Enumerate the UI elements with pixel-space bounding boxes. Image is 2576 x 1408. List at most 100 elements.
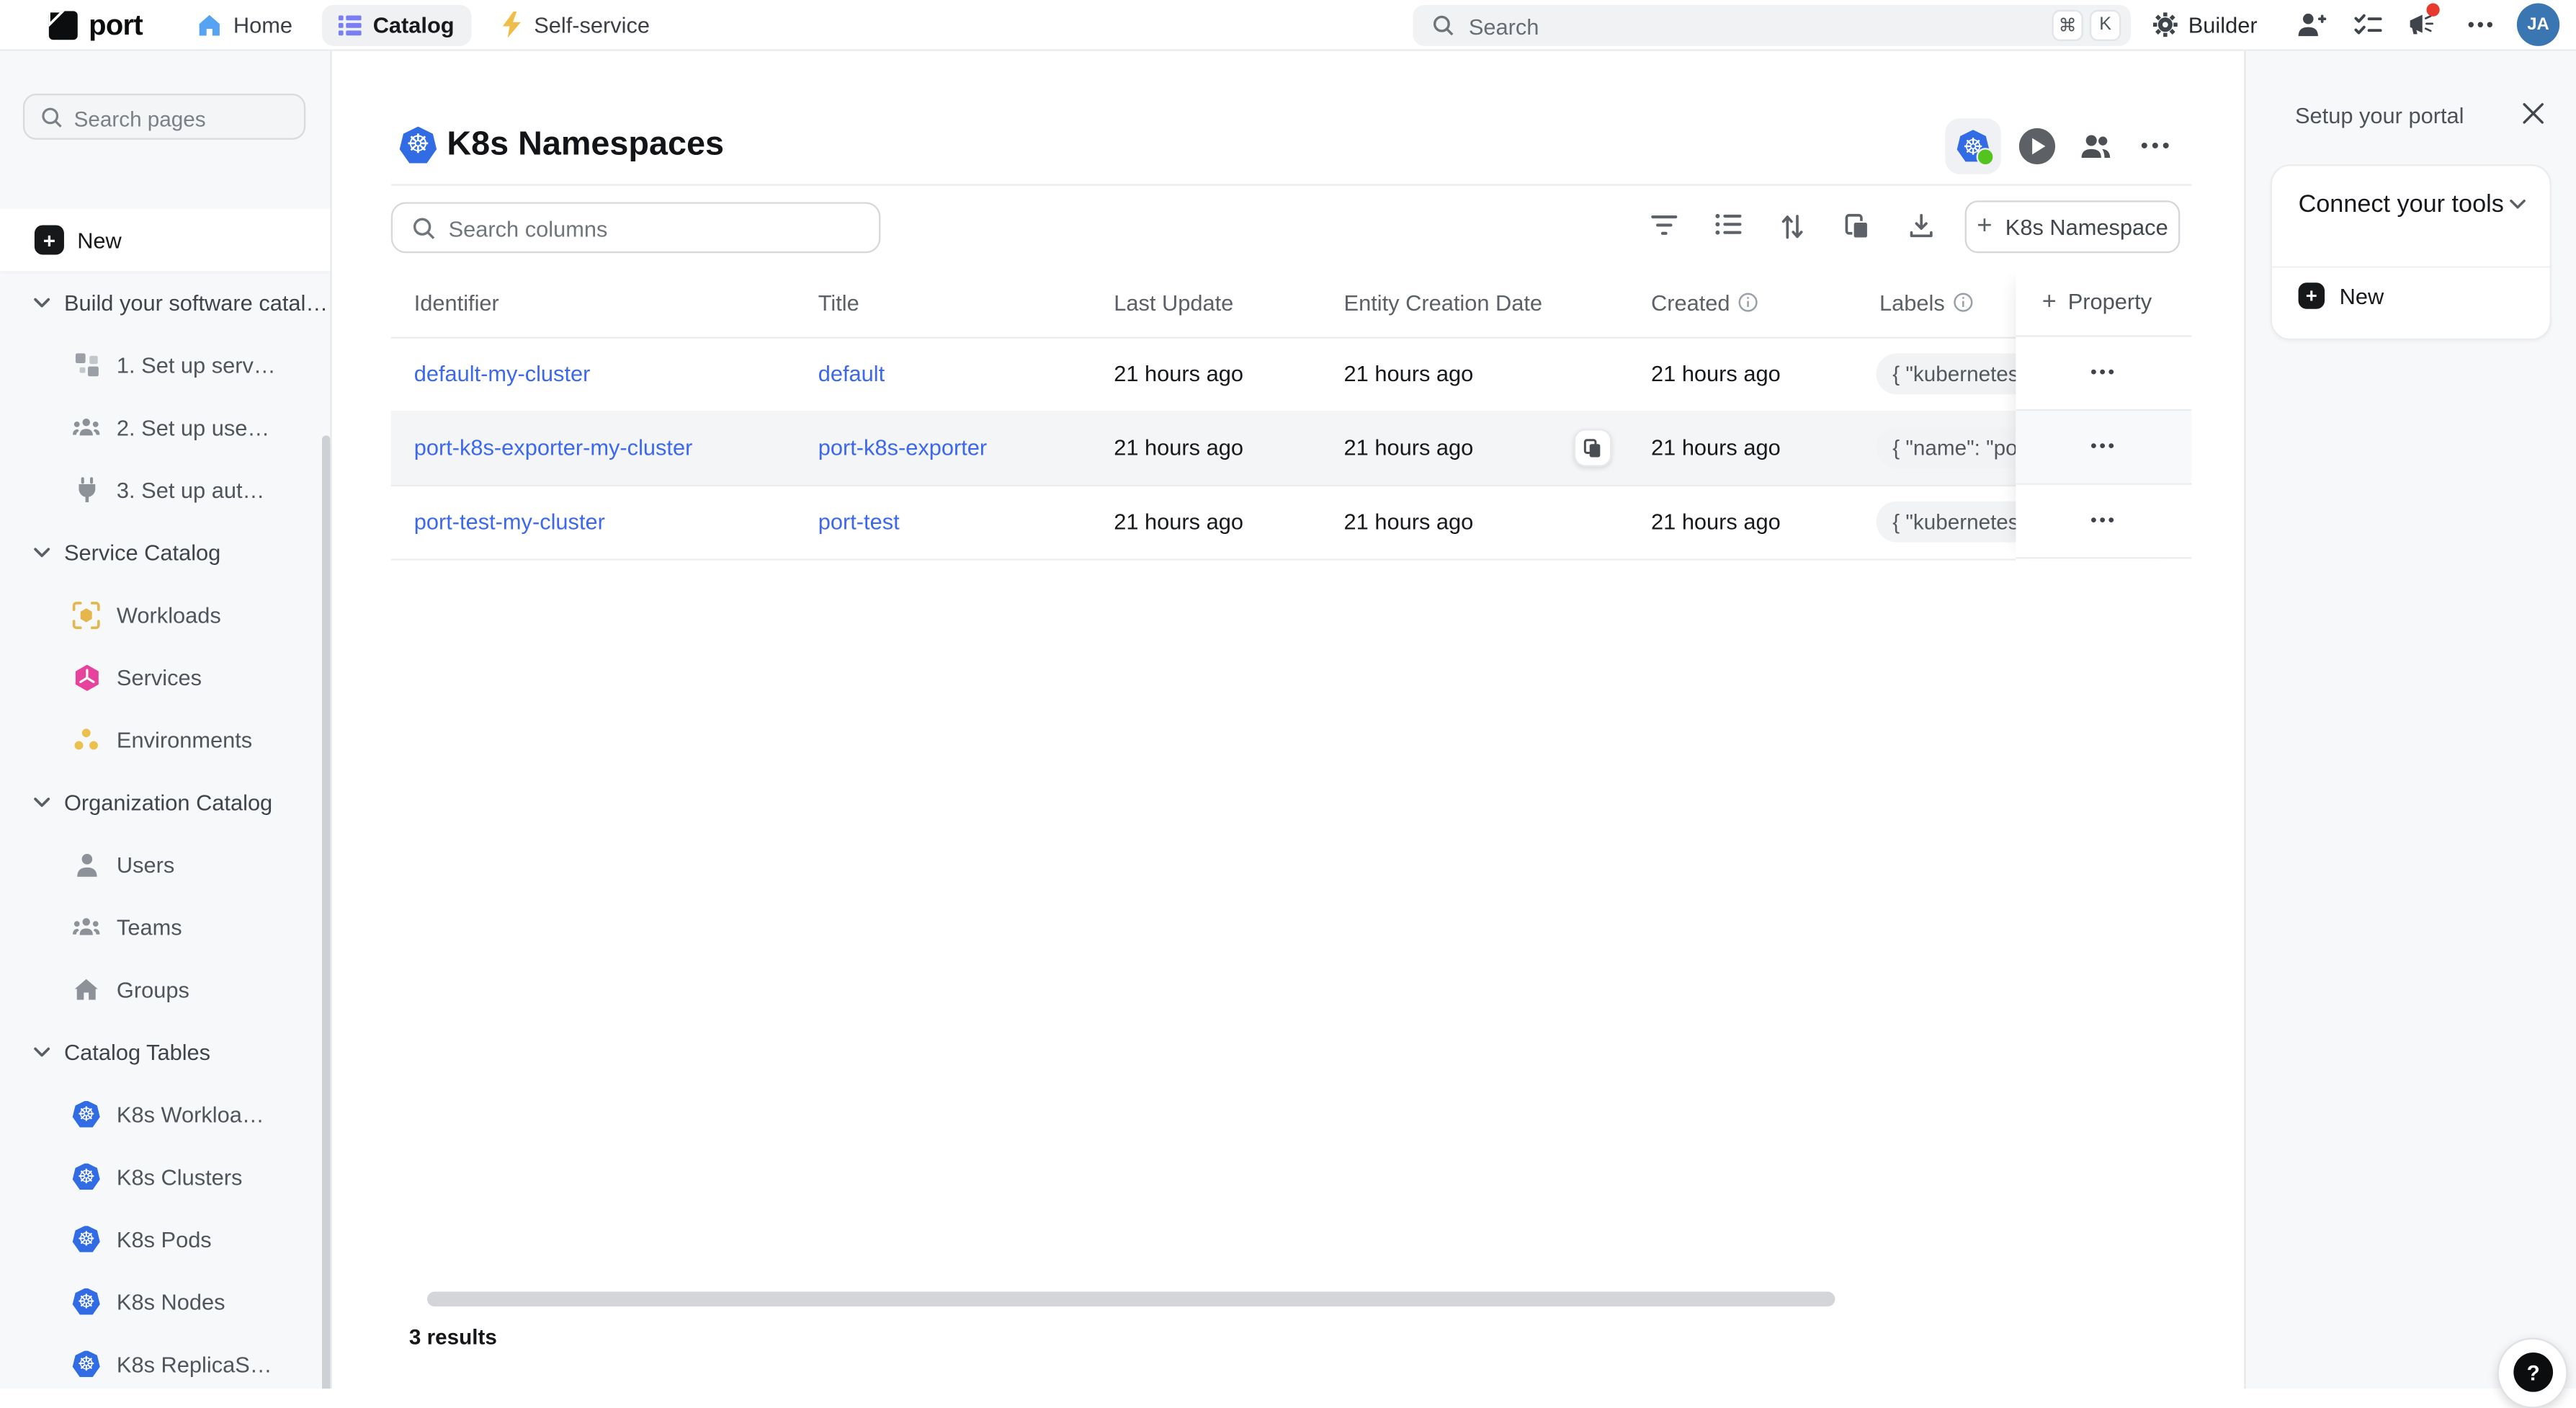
copy-cell-button[interactable]	[1574, 429, 1611, 466]
created-value: 21 hours ago	[1651, 411, 1781, 485]
k-keycap: K	[2090, 9, 2121, 40]
builder-button[interactable]: Builder	[2152, 0, 2258, 49]
sidebar-item-k8s-pods[interactable]: ☸ K8s Pods	[0, 1208, 330, 1270]
sidebar-item-groups[interactable]: Groups	[0, 958, 330, 1021]
invite-user-icon[interactable]	[2297, 12, 2326, 37]
sidebar-scrollbar[interactable]	[322, 435, 330, 1388]
sidebar-item-users[interactable]: Users	[0, 833, 330, 896]
logo-text: port	[89, 7, 143, 42]
sidebar-section-catalog-tables[interactable]: Catalog Tables	[0, 1020, 330, 1083]
info-icon	[1738, 293, 1758, 312]
search-icon	[412, 217, 435, 240]
tab-home-label: Home	[233, 12, 292, 37]
table-row[interactable]: port-k8s-exporter-my-cluster port-k8s-ex…	[391, 411, 2192, 486]
labels-chip[interactable]: { "kubernetes	[1876, 502, 2034, 543]
last-update-value: 21 hours ago	[1114, 411, 1243, 485]
table-row[interactable]: port-test-my-cluster port-test 21 hours …	[391, 485, 2192, 561]
sidebar-item-setup-service[interactable]: 1. Set up serv…	[0, 334, 330, 396]
panel-title: Setup your portal	[2295, 104, 2464, 128]
title-link[interactable]: default	[818, 337, 885, 411]
house-icon	[72, 978, 100, 1001]
sidebar-new-button[interactable]: + New	[0, 209, 330, 272]
add-k8s-namespace-button[interactable]: + K8s Namespace	[1965, 200, 2181, 253]
people-button[interactable]	[2080, 133, 2113, 159]
row-actions: •••	[2016, 411, 2191, 485]
horizontal-scrollbar[interactable]	[427, 1292, 1835, 1307]
row-menu-icon[interactable]: •••	[2090, 511, 2117, 530]
sort-icon[interactable]	[1778, 213, 1807, 239]
divider	[2272, 266, 2549, 267]
copy-icon[interactable]	[1842, 213, 1871, 239]
sidebar-item-setup-users[interactable]: 2. Set up use…	[0, 396, 330, 459]
chevron-down-icon	[33, 796, 51, 808]
page-more-icon[interactable]: •••	[2141, 133, 2173, 158]
connect-tools-dropdown[interactable]: Connect your tools	[2299, 191, 2504, 219]
last-update-value: 21 hours ago	[1114, 485, 1243, 559]
global-search[interactable]: ⌘ K	[1413, 4, 2131, 45]
identifier-link[interactable]: port-k8s-exporter-my-cluster	[414, 411, 693, 485]
home-icon	[197, 12, 222, 37]
kubernetes-status-button[interactable]: ☸	[1945, 118, 2001, 174]
chevron-down-icon[interactable]	[2508, 199, 2526, 210]
labels-chip[interactable]: { "name": "por	[1876, 427, 2034, 468]
sidebar-item-setup-automations[interactable]: 3. Set up aut…	[0, 458, 330, 521]
sidebar-item-k8s-nodes[interactable]: ☸ K8s Nodes	[0, 1270, 330, 1333]
search-columns[interactable]	[391, 202, 881, 254]
checklist-icon[interactable]	[2354, 13, 2382, 36]
entity-creation-date-value: 21 hours ago	[1344, 411, 1474, 485]
tab-catalog[interactable]: Catalog	[322, 4, 470, 45]
add-property-button[interactable]: + Property	[2016, 268, 2191, 337]
identifier-link[interactable]: port-test-my-cluster	[414, 485, 605, 559]
created-value: 21 hours ago	[1651, 485, 1781, 559]
col-header-title: Title	[818, 268, 859, 337]
nav-more-icon[interactable]: •••	[2467, 13, 2495, 36]
group-by-icon[interactable]	[1714, 213, 1743, 235]
entity-creation-date-value: 21 hours ago	[1344, 337, 1474, 411]
sidebar-search-input[interactable]	[71, 95, 291, 141]
col-header-identifier: Identifier	[414, 268, 499, 337]
sidebar-section-organization-catalog[interactable]: Organization Catalog	[0, 771, 330, 834]
search-columns-input[interactable]	[445, 204, 862, 255]
labels-chip[interactable]: { "kubernetes	[1876, 353, 2034, 394]
panel-new-button[interactable]: + New	[2299, 282, 2384, 308]
avatar[interactable]: JA	[2517, 4, 2559, 46]
sidebar-search[interactable]	[23, 94, 305, 140]
plus-icon: +	[1977, 211, 1992, 241]
tab-self-service[interactable]: Self-service	[485, 4, 666, 45]
filter-icon[interactable]	[1650, 213, 1679, 236]
plus-icon: +	[2042, 288, 2057, 316]
sidebar-item-workloads[interactable]: Workloads	[0, 584, 330, 646]
port-logo[interactable]: port	[46, 6, 143, 43]
sidebar-section-build-catalog[interactable]: Build your software catal…	[0, 271, 330, 334]
download-icon[interactable]	[1906, 213, 1936, 238]
sidebar-item-k8s-workloads[interactable]: ☸ K8s Workloa…	[0, 1083, 330, 1146]
col-header-entity-creation-date: Entity Creation Date	[1344, 268, 1543, 337]
global-search-input[interactable]	[1465, 4, 1932, 49]
sidebar-item-k8s-clusters[interactable]: ☸ K8s Clusters	[0, 1146, 330, 1208]
cmd-keycap: ⌘	[2052, 9, 2083, 40]
identifier-link[interactable]: default-my-cluster	[414, 337, 591, 411]
help-button[interactable]: ?	[2497, 1337, 2568, 1408]
col-header-labels: Labels	[1879, 268, 1973, 337]
row-menu-icon[interactable]: •••	[2090, 363, 2117, 383]
col-header-created: Created	[1651, 268, 1758, 337]
entities-table: Identifier Title Last Update Entity Crea…	[391, 268, 2192, 561]
info-icon	[1953, 293, 1972, 312]
sidebar-item-k8s-replicasets[interactable]: ☸ K8s ReplicaS…	[0, 1333, 330, 1389]
kubernetes-icon: ☸	[72, 1163, 100, 1191]
sidebar-item-environments[interactable]: Environments	[0, 708, 330, 771]
sidebar: + New Build your software catal… 1. Set …	[0, 49, 332, 1388]
gear-icon	[2152, 12, 2178, 37]
sidebar-section-service-catalog[interactable]: Service Catalog	[0, 521, 330, 584]
table-row[interactable]: default-my-cluster default 21 hours ago …	[391, 337, 2192, 413]
sidebar-item-services[interactable]: Services	[0, 646, 330, 708]
play-button[interactable]	[2019, 128, 2055, 164]
tab-home[interactable]: Home	[181, 4, 309, 45]
title-link[interactable]: port-test	[818, 485, 900, 559]
last-update-value: 21 hours ago	[1114, 337, 1243, 411]
close-icon[interactable]	[2522, 102, 2545, 125]
title-link[interactable]: port-k8s-exporter	[818, 411, 987, 485]
row-menu-icon[interactable]: •••	[2090, 437, 2117, 457]
page-title: K8s Namespaces	[447, 125, 724, 164]
sidebar-item-teams[interactable]: Teams	[0, 896, 330, 958]
